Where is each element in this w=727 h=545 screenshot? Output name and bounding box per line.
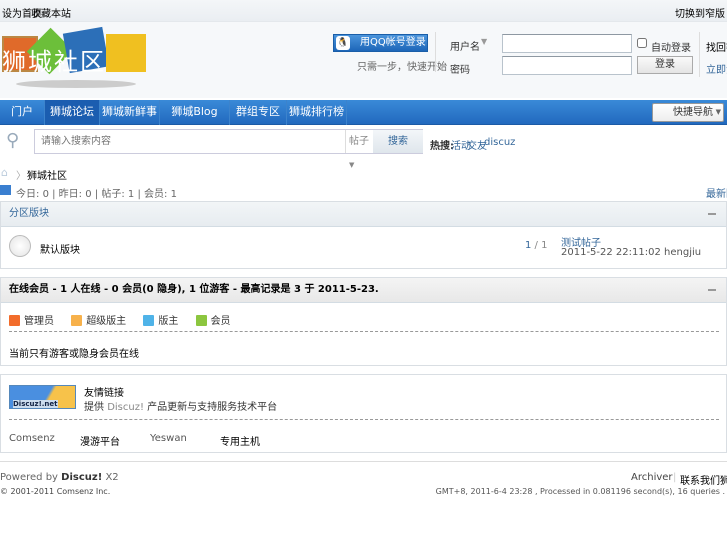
nav-item-ranking[interactable]: 狮城排行榜 [287, 100, 347, 125]
stats-line: 今日: 0 | 昨日: 0 | 帖子: 1 | 会员: 1 [16, 189, 177, 200]
search-bar: ⚲ 帖子▼ 搜索 热搜: 活动 交友 discuz [0, 127, 727, 169]
top-bar: 设为首页 收藏本站 切换到窄版 [0, 0, 727, 22]
stat-label: 昨日 [58, 189, 79, 200]
admin-user-icon [9, 315, 20, 326]
friend-links-title[interactable]: 友情链接 [84, 384, 124, 399]
stat-value: 1 [127, 189, 135, 200]
search-type-label: 帖子 [349, 136, 369, 147]
chevron-down-icon[interactable]: ▼ [481, 37, 487, 46]
stat-value: 0 [42, 189, 49, 200]
nav-item-portal[interactable]: 门户 [0, 100, 45, 125]
online-box: 在线会员 - 1 人在线 - 0 会员(0 隐身), 1 位游客 - 最高记录是… [0, 277, 727, 366]
debug-stats: GMT+8, 2011-6-4 23:28 , Processed in 0.0… [435, 487, 725, 496]
powered-label: Powered by [0, 472, 58, 483]
forum-counts: 1 / 1 [525, 240, 548, 251]
home-icon[interactable]: ⌂ [1, 166, 8, 179]
qq-hint: 只需一步，快速开始 [357, 62, 447, 73]
stat-label: 今日 [16, 189, 36, 200]
category-box: 分区版块 默认版块 1 / 1 测试帖子 2011-5-22 22:11:02 … [0, 201, 727, 269]
stat-value: 0 [85, 189, 92, 200]
latest-replies-link[interactable]: 最新回复 [706, 185, 727, 200]
auto-login-checkbox[interactable] [637, 38, 647, 48]
desc-text: 提供 [84, 402, 104, 413]
chevron-down-icon: ▼ [349, 161, 355, 169]
legend-label: 版主 [158, 316, 179, 327]
header: 狮城社区 🐧 用QQ帐号登录 只需一步，快速开始 用户名 ▼ 密码 自动登录 登录… [0, 22, 727, 98]
copyright: © 2001-2011 Comsenz Inc. [0, 487, 111, 496]
search-button[interactable]: 搜索 [373, 130, 423, 153]
forum-row: 默认版块 1 / 1 测试帖子 2011-5-22 22:11:02 hengj… [1, 227, 726, 268]
quick-nav-dropdown[interactable]: 快捷导航 ▼ [652, 103, 724, 122]
search-input[interactable] [35, 130, 345, 153]
footer-separator: | [673, 472, 677, 483]
password-input[interactable] [502, 56, 632, 75]
username-input[interactable] [502, 34, 632, 53]
legend-label: 超级版主 [86, 316, 127, 327]
text-link[interactable]: 漫游平台 [80, 433, 120, 448]
thread-count: 1 [525, 240, 532, 251]
quick-nav-label: 快捷导航 [673, 107, 713, 118]
nav-item-forum[interactable]: 狮城论坛 [45, 100, 100, 125]
bookmark-link[interactable]: 收藏本站 [31, 5, 71, 20]
forum-stats: 今日: 0 | 昨日: 0 | 帖子: 1 | 会员: 1 最新回复 [0, 184, 727, 200]
last-post-meta: 2011-5-22 22:11:02 hengjiu [561, 247, 701, 258]
forum-name[interactable]: 默认版块 [40, 241, 80, 256]
desc-text: 产品更新与支持服务技术平台 [147, 402, 278, 413]
search-icon: ⚲ [6, 130, 20, 151]
post-count: 1 [541, 240, 548, 251]
friend-link-desc: 提供 Discuz! 产品更新与支持服务技术平台 [84, 398, 277, 413]
nav-item-news[interactable]: 狮城新鲜事 [100, 100, 160, 125]
contact-link[interactable]: 联系我们狮城社区 [680, 472, 727, 487]
category-title[interactable]: 分区版块 [9, 208, 49, 219]
switch-width-link[interactable]: 切换到窄版 [675, 5, 725, 20]
member-legend: 管理员 超级版主 版主 会员 [9, 312, 231, 327]
stat-label: 帖子 [101, 189, 122, 200]
stat-label: 会员 [144, 189, 165, 200]
nav-item-groups[interactable]: 群组专区 [230, 100, 287, 125]
member-user-icon [195, 315, 207, 326]
discuz-logo-link[interactable]: Discuz!.net [9, 385, 76, 409]
discuz-logo-text: Discuz!.net [13, 400, 58, 408]
archiver-link[interactable]: Archiver [631, 472, 673, 483]
hot-search-link[interactable]: discuz [484, 137, 515, 148]
qq-login-label: 用QQ帐号登录 [360, 37, 426, 48]
password-label: 密码 [450, 65, 470, 76]
register-link[interactable]: 立即注册 [706, 61, 727, 76]
qq-login-button[interactable]: 🐧 用QQ帐号登录 [333, 34, 428, 52]
legend-label: 管理员 [24, 316, 54, 327]
stats-chart-icon [0, 185, 11, 195]
site-logo[interactable]: 狮城社区 [2, 26, 147, 92]
username-type-label[interactable]: 用户名 [450, 38, 480, 53]
text-link[interactable]: 专用主机 [220, 433, 260, 448]
legend-label: 会员 [210, 316, 231, 327]
online-message: 当前只有游客或隐身会员在线 [9, 349, 139, 360]
online-title: 在线会员 - 1 人在线 - 0 会员(0 隐身), 1 位游客 - 最高记录是… [9, 284, 379, 295]
login-button[interactable]: 登录 [637, 56, 693, 74]
auto-login-label: 自动登录 [651, 43, 691, 54]
last-post-time: 2011-5-22 22:11:02 [561, 247, 661, 258]
forgot-password-link[interactable]: 找回密码 [706, 39, 727, 54]
friend-links-box: Discuz!.net 友情链接 提供 Discuz! 产品更新与支持服务技术平… [0, 374, 727, 453]
qq-penguin-icon: 🐧 [336, 36, 350, 50]
search-type-select[interactable]: 帖子 ▼ [345, 130, 373, 169]
powered-by: Powered by Discuz! X2 [0, 472, 119, 483]
text-link[interactable]: Yeswan [150, 433, 187, 444]
breadcrumb-separator: 〉 [16, 171, 26, 182]
logo-text: 狮城社区 [2, 48, 106, 76]
supermod-user-icon [71, 315, 83, 326]
chevron-down-icon: ▼ [715, 108, 721, 116]
stat-value: 1 [170, 189, 177, 200]
text-link[interactable]: Comsenz [9, 433, 55, 444]
main-nav: 门户 狮城论坛 狮城新鲜事 狮城Blog 群组专区 狮城排行榜 快捷导航 ▼ [0, 100, 727, 125]
last-post-user[interactable]: hengjiu [664, 247, 701, 258]
nav-item-blog[interactable]: 狮城Blog [160, 100, 230, 125]
collapse-icon[interactable] [708, 213, 716, 215]
moderator-user-icon [143, 315, 155, 326]
breadcrumb-current[interactable]: 狮城社区 [27, 167, 67, 182]
collapse-icon[interactable] [708, 289, 716, 291]
forum-status-icon [9, 235, 31, 257]
discuz-brand-link[interactable]: Discuz! [61, 472, 102, 483]
version: X2 [105, 472, 119, 483]
desc-brand: Discuz! [107, 402, 144, 413]
